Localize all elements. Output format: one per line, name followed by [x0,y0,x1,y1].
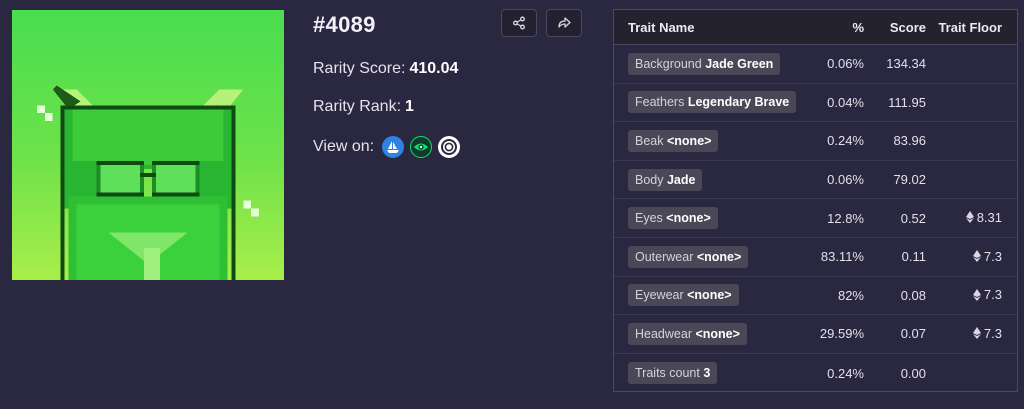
trait-chip[interactable]: Outerwear <none> [628,245,749,268]
trait-floor-value: 7.3 [983,248,1002,264]
trait-chip[interactable]: Traits count 3 [628,362,718,385]
trait-type: Headwear [635,326,692,341]
trait-row: Traits count 3 0.24% 0.00 [614,354,1017,393]
ethereum-icon [972,288,981,301]
trait-type: Traits count [635,366,700,381]
trait-row: Outerwear <none> 83.11% 0.11 7.3 [614,238,1017,277]
trait-value: <none> [695,326,740,341]
trait-score: 0.00 [900,365,926,381]
trait-chip[interactable]: Beak <none> [628,129,719,152]
trait-percent: 0.24% [827,365,864,381]
rarity-score-label: Rarity Score: [313,60,406,77]
trait-floor: 7.3 [926,326,1016,343]
ethereum-icon [972,327,981,340]
trait-type: Feathers [635,95,685,110]
rarity-rank: Rarity Rank: 1 [313,98,414,116]
trait-percent: 12.8% [827,210,864,226]
share-button[interactable] [501,9,537,37]
trait-type: Beak [635,133,664,148]
trait-score: 0.08 [900,287,926,303]
forward-button[interactable] [546,9,582,37]
trait-type: Eyewear [635,288,684,303]
header-trait-floor: Trait Floor [938,19,1002,35]
trait-value: <none> [696,249,742,264]
trait-value: <none> [666,211,711,226]
trait-score: 0.11 [901,249,926,265]
header-percent: % [852,19,864,35]
rarity-score-value: 410.04 [409,60,459,77]
trait-value: <none> [687,288,732,303]
traits-table: Trait Name % Score Trait Floor Backgroun… [613,9,1018,392]
trait-chip[interactable]: Background Jade Green [628,52,781,75]
token-detail-page: #4089 Rarity Score: 410.04 Rarity Rank: 1 … [0,0,1024,409]
rarity-score: Rarity Score: 410.04 [313,60,458,78]
share-icon [513,16,525,30]
eye-icon [414,143,429,151]
rarity-rank-value: 1 [405,98,414,115]
trait-floor-value: 8.31 [976,209,1002,225]
trait-row: Background Jade Green 0.06% 134.34 [614,45,1017,84]
trait-row: Feathers Legendary Brave 0.04% 111.95 [614,84,1017,123]
trait-type: Outerwear [635,249,694,264]
opensea-link[interactable] [382,136,405,158]
trait-type: Eyes [635,211,663,226]
trait-percent: 83.11% [820,249,864,265]
trait-percent: 0.06% [827,172,864,188]
trait-percent: 82% [837,287,864,303]
trait-score: 0.07 [900,326,926,342]
trait-floor: 8.31 [926,210,1016,227]
trait-chip[interactable]: Feathers Legendary Brave [628,91,797,114]
trait-chip[interactable]: Body Jade [628,168,703,191]
trait-row: Eyes <none> 12.8% 0.52 8.31 [614,199,1017,238]
trait-score: 83.96 [893,133,926,149]
sailboat-icon [387,141,400,153]
trait-floor-value: 7.3 [983,287,1002,303]
header-trait-name: Trait Name [628,19,695,35]
forward-arrow-icon [558,17,571,28]
trait-chip[interactable]: Headwear <none> [628,322,747,345]
trait-type: Background [635,56,702,71]
view-on-label: View on: [313,138,375,155]
ethereum-icon [965,211,974,224]
trait-value: Legendary Brave [687,95,790,110]
trait-chip[interactable]: Eyewear <none> [628,284,739,307]
trait-type: Body [635,172,664,187]
trait-row: Body Jade 0.06% 79.02 [614,161,1017,200]
trait-floor: 7.3 [926,287,1016,304]
trait-chip[interactable]: Eyes <none> [628,207,718,230]
trait-row: Headwear <none> 29.59% 0.07 7.3 [614,315,1017,354]
trait-percent: 0.06% [827,56,864,72]
trait-score: 0.52 [900,210,926,226]
trait-score: 134.34 [886,56,926,72]
owl-pixel-art [36,85,260,280]
nft-image [12,10,284,280]
trait-percent: 29.59% [819,326,864,342]
traits-table-header: Trait Name % Score Trait Floor [614,10,1017,45]
marketplace-links [382,136,461,158]
trait-floor: 7.3 [926,249,1016,266]
trait-value: Jade Green [705,56,774,71]
trait-score: 111.95 [888,94,926,110]
trait-row: Beak <none> 0.24% 83.96 [614,122,1017,161]
trait-score: 79.02 [893,172,926,188]
token-title: #4089 [313,12,376,37]
rarity-rank-label: Rarity Rank: [313,98,402,115]
trait-value: 3 [703,366,711,381]
ethereum-icon [972,250,981,263]
x2y2-link[interactable] [438,136,461,158]
trait-percent: 0.24% [827,133,864,149]
header-score: Score [889,19,926,35]
trait-value: <none> [666,133,712,148]
trait-floor-value: 7.3 [983,325,1002,341]
looksrare-link[interactable] [410,136,433,158]
ring-icon [441,139,458,155]
trait-row: Eyewear <none> 82% 0.08 7.3 [614,277,1017,316]
trait-value: Jade [666,172,696,187]
trait-percent: 0.04% [827,94,864,110]
view-on: View on: [313,136,461,158]
